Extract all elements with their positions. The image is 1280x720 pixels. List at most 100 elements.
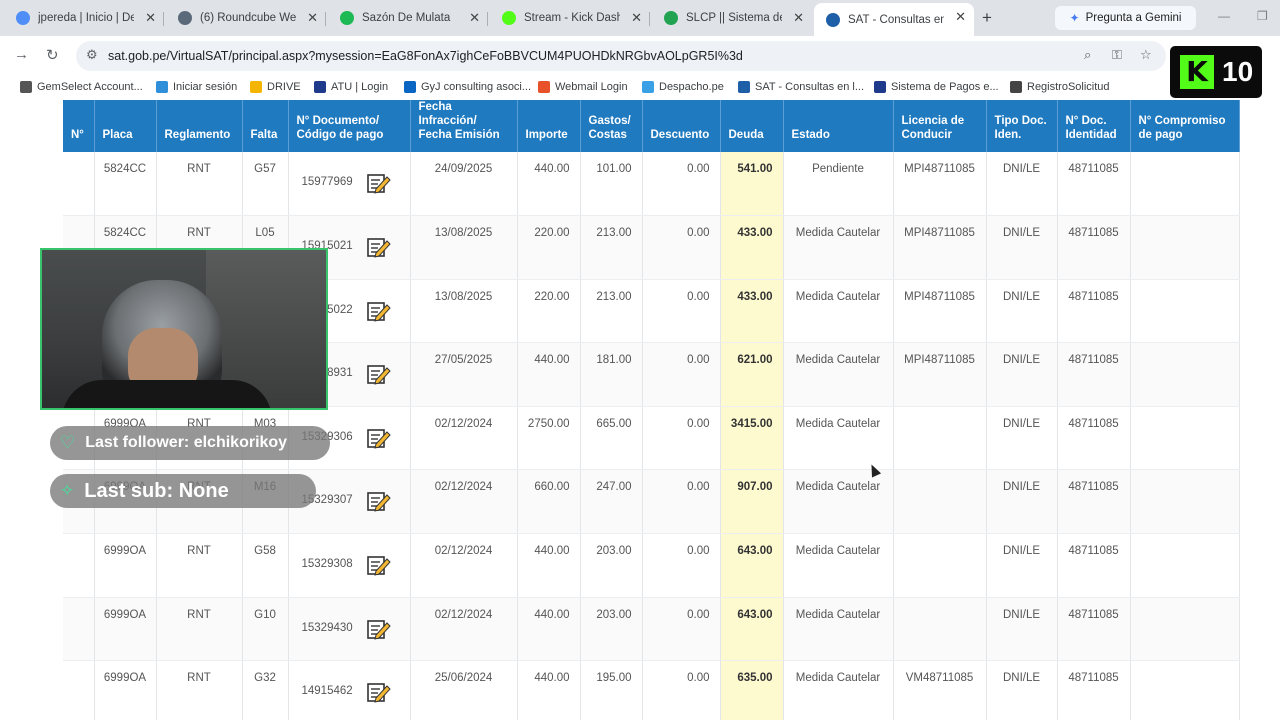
cell-importe: 440.00 [517,342,581,407]
last-follower-alert: ♡ Last follower: elchikorikoy [50,426,330,460]
bookmark-item[interactable]: GemSelect Account... [20,81,143,93]
cell-fecha: 02/12/2024 [410,469,518,535]
close-tab-icon[interactable]: ✕ [955,9,966,25]
cell-importe: 660.00 [517,469,581,535]
cell-placa: 6999OA [94,533,157,598]
bookmark-item[interactable]: RegistroSolicitud [1010,81,1110,93]
close-tab-icon[interactable]: ✕ [145,10,156,26]
cell-tipo: DNI/LE [986,215,1058,280]
close-tab-icon[interactable]: ✕ [307,10,318,26]
cell-gastos: 247.00 [580,469,643,535]
bookmark-item[interactable]: GyJ consulting asoci... [404,81,531,93]
edit-document-icon[interactable] [366,300,391,322]
tab-3[interactable]: Sazón De Mulata ✕ [328,4,488,32]
cell-descuento: 0.00 [642,152,721,217]
kick-viewer-badge: K 10 [1170,46,1262,98]
edit-document-icon[interactable] [366,490,391,513]
bookmark-label: ATU | Login [331,81,389,93]
gemini-star-icon: ✦ [1069,11,1080,25]
bookmark-star-icon[interactable]: ☆ [1140,47,1152,63]
close-tab-icon[interactable]: ✕ [793,10,804,26]
edit-document-icon[interactable] [366,554,391,576]
tab-separator [487,12,488,26]
cell-tipo: DNI/LE [986,279,1058,344]
bookmark-favicon-icon [404,81,416,93]
tab-5[interactable]: SLCP || Sistema de Li ✕ [652,4,812,32]
cell-licencia [893,469,987,535]
cell-doc: 48711085 [1057,279,1131,344]
cell-gastos: 213.00 [580,279,643,344]
cell-estado: Medida Cautelar [783,406,894,471]
cell-descuento: 0.00 [642,660,721,720]
site-info-icon[interactable]: ⚙ [86,47,98,63]
bookmark-item[interactable]: Sistema de Pagos e... [874,81,999,93]
cell-codigo: 14915462 [288,660,411,720]
reload-icon[interactable]: ↻ [46,46,59,64]
browser-toolbar: → ↻ ⚙ sat.gob.pe/VirtualSAT/principal.as… [0,36,1280,76]
address-bar[interactable]: ⚙ sat.gob.pe/VirtualSAT/principal.aspx?m… [76,41,1166,71]
password-key-icon[interactable]: ⚿ [1112,47,1122,63]
column-header: Fecha Infracción/ Fecha Emisión [410,100,518,152]
cell-empty [1130,342,1240,407]
cell-deuda: 907.00 [720,469,784,535]
edit-document-icon[interactable] [366,363,391,385]
table-row: 6999OA RNT G32 14915462 25/06/2024 440.00 195.… [63,660,1240,720]
tab-title: Stream - Kick Dashbo [524,12,620,24]
bookmark-favicon-icon [738,81,750,93]
edit-document-icon[interactable] [366,427,391,449]
tab-6[interactable]: SAT - Consultas en lí ✕ [814,3,974,36]
cell-tipo: DNI/LE [986,597,1058,662]
zoom-icon[interactable]: ⌕ [1084,47,1091,63]
cell-deuda: 541.00 [720,152,784,217]
cell-codigo: 15329430 [288,597,411,662]
url-text[interactable]: sat.gob.pe/VirtualSAT/principal.aspx?mys… [108,49,743,63]
cell-doc: 48711085 [1057,660,1131,720]
edit-document-icon[interactable] [366,681,391,703]
cell-placa: 6999OA [94,597,157,662]
cell-doc: 48711085 [1057,469,1131,535]
tab-1[interactable]: jpereda | Inicio | Desp ✕ [4,4,164,32]
column-header: Gastos/ Costas [580,100,643,152]
close-tab-icon[interactable]: ✕ [469,10,480,26]
bookmark-item[interactable]: Despacho.pe [642,81,724,93]
cell-doc: 48711085 [1057,152,1131,217]
tab-2[interactable]: (6) Roundcube Webr ✕ [166,4,326,32]
cell-gastos: 203.00 [580,533,643,598]
gemini-button[interactable]: ✦ Pregunta a Gemini [1055,6,1196,30]
bookmark-item[interactable]: Webmail Login [538,81,628,93]
bookmark-item[interactable]: ATU | Login [314,81,388,93]
tab-title: SAT - Consultas en lí [848,13,944,26]
back-arrow-icon[interactable]: → [14,46,29,63]
table-header-row: N° Placa Reglamento Falta N° Documento/ Códi… [63,100,1240,152]
bookmark-item[interactable]: SAT - Consultas en l... [738,81,864,93]
cell-codigo: 15329308 [288,533,411,598]
edit-document-icon[interactable] [366,172,391,194]
bookmark-favicon-icon [20,81,32,93]
cell-fecha: 25/06/2024 [410,660,518,720]
maximize-icon[interactable]: ❐ [1257,9,1268,23]
tab-title: jpereda | Inicio | Desp [38,12,134,24]
column-header: Placa [94,100,157,152]
cell-deuda: 3415.00 [720,406,784,471]
cell-licencia: MPI48711085 [893,279,987,344]
close-tab-icon[interactable]: ✕ [631,10,642,26]
bookmark-item[interactable]: DRIVE [250,81,301,93]
tab-4[interactable]: Stream - Kick Dashbo ✕ [490,4,650,32]
tab-title: SLCP || Sistema de Li [686,12,782,24]
cell-licencia [893,597,987,662]
bookmark-item[interactable]: Iniciar sesión [156,81,237,93]
bookmark-label: Despacho.pe [659,81,724,93]
cell-deuda: 635.00 [720,660,784,720]
new-tab-button[interactable]: + [982,8,992,28]
column-header: Importe [517,100,581,152]
column-header: Tipo Doc. Iden. [986,100,1058,152]
edit-document-icon[interactable] [366,618,391,640]
bookmark-label: DRIVE [267,81,301,93]
minimize-icon[interactable]: — [1218,9,1230,23]
column-header: N° Doc. Identidad [1057,100,1131,152]
cell-fecha: 02/12/2024 [410,406,518,471]
cell-tipo: DNI/LE [986,342,1058,407]
bookmark-favicon-icon [874,81,886,93]
edit-document-icon[interactable] [366,236,391,258]
papeletas-table: N° Placa Reglamento Falta N° Documento/ Códi… [63,100,1240,720]
